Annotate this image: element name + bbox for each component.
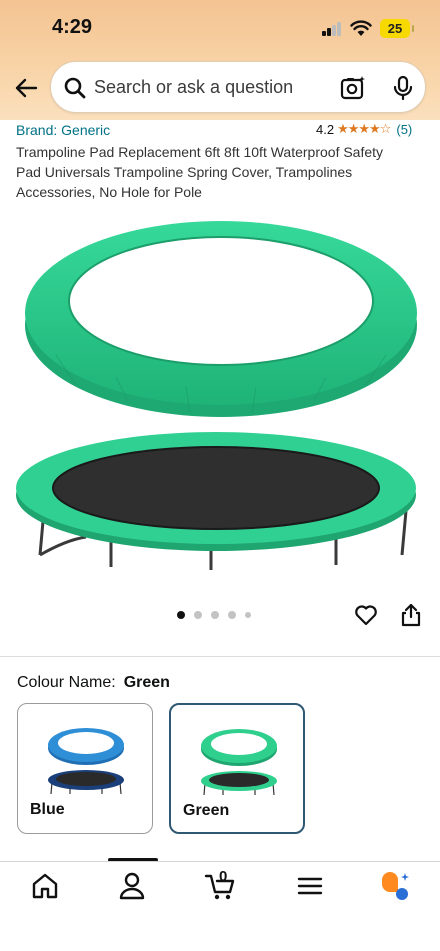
nav-divider (0, 861, 440, 862)
product-title: Trampoline Pad Replacement 6ft 8ft 10ft … (16, 144, 384, 200)
green-variant-thumbnail (201, 729, 277, 796)
brand-link[interactable]: Brand: Generic (16, 122, 110, 138)
section-divider (0, 656, 440, 657)
star-rating-icon: ★★★★☆ (337, 121, 391, 136)
colour-name-label: Colour Name: Green (17, 674, 170, 692)
status-time: 4:29 (52, 16, 93, 38)
blue-variant-thumbnail (48, 728, 124, 795)
top-header: 4:29 25 Search or ask a question (0, 0, 440, 120)
carousel-dot[interactable] (211, 611, 219, 619)
carousel-dot[interactable] (245, 612, 251, 618)
carousel-dot[interactable] (194, 611, 202, 619)
rufus-icon[interactable] (378, 870, 410, 902)
search-input[interactable]: Search or ask a question (94, 77, 293, 98)
selected-colour: Green (123, 674, 170, 691)
rating-count[interactable]: (5) (396, 122, 412, 137)
battery-icon: 25 (380, 19, 414, 38)
back-arrow-icon[interactable] (12, 74, 40, 102)
microphone-icon[interactable] (391, 75, 415, 101)
search-bar[interactable]: Search or ask a question (50, 61, 426, 113)
carousel-dot[interactable] (228, 611, 236, 619)
colour-option-name: Blue (30, 801, 65, 818)
rating-value: 4.2 (316, 121, 335, 137)
rating-summary[interactable]: 4.2 ★★★★☆ (5) (316, 121, 412, 137)
colour-label-text: Colour Name: (17, 674, 116, 691)
carousel-dots[interactable] (177, 611, 251, 619)
cart-count-badge: 0 (219, 868, 228, 885)
search-icon (64, 77, 86, 99)
camera-search-icon[interactable] (340, 75, 366, 101)
wifi-icon (350, 20, 372, 36)
colour-option-blue[interactable]: Blue (17, 703, 153, 834)
heart-icon[interactable] (354, 604, 378, 626)
colour-option-name: Green (183, 802, 230, 819)
menu-icon[interactable] (294, 870, 326, 902)
cellular-signal-icon (322, 22, 342, 36)
carousel-dot[interactable] (177, 611, 185, 619)
product-image[interactable] (16, 205, 426, 590)
share-icon[interactable] (400, 602, 422, 627)
colour-option-green[interactable]: Green (169, 703, 305, 834)
home-icon[interactable] (29, 870, 61, 902)
account-icon[interactable] (116, 870, 148, 902)
